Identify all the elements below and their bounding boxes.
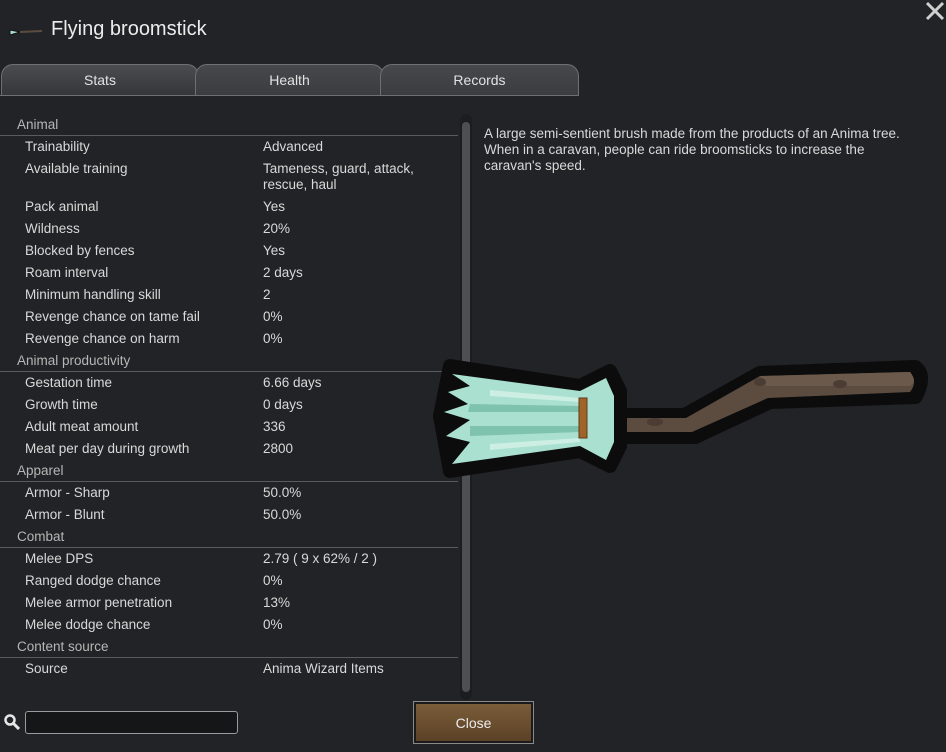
- stat-label: Armor - Sharp: [25, 485, 110, 500]
- stat-row[interactable]: Meat per day during growth 2800: [0, 438, 458, 460]
- stat-value: 13%: [263, 595, 291, 610]
- tab-health[interactable]: Health: [195, 64, 384, 96]
- stat-label: Growth time: [25, 397, 98, 412]
- stat-label: Revenge chance on tame fail: [25, 309, 200, 324]
- stat-label: Armor - Blunt: [25, 507, 105, 522]
- stat-value: 2 days: [263, 265, 303, 280]
- stat-row[interactable]: Ranged dodge chance 0%: [0, 570, 458, 592]
- broomstick-image: [433, 359, 928, 478]
- stat-value: 0 days: [263, 397, 303, 412]
- stat-label: Wildness: [25, 221, 80, 236]
- stat-row[interactable]: Melee dodge chance 0%: [0, 614, 458, 636]
- close-icon[interactable]: [924, 0, 946, 22]
- tab-health-label: Health: [269, 72, 310, 88]
- stat-row[interactable]: Trainability Advanced: [0, 136, 458, 158]
- stat-value: 0%: [263, 573, 283, 588]
- stat-label: Melee DPS: [25, 551, 94, 566]
- stat-label: Gestation time: [25, 375, 113, 390]
- close-button[interactable]: Close: [413, 701, 534, 744]
- item-description: A large semi-sentient brush made from th…: [484, 126, 900, 173]
- category-combat: Combat: [0, 526, 458, 548]
- stat-value: 0%: [263, 309, 283, 324]
- stat-value: Yes: [263, 243, 286, 258]
- stat-label: Source: [25, 661, 68, 676]
- stat-value: 2800: [263, 441, 294, 456]
- stat-value: 2.79 ( 9 x 62% / 2 ): [263, 551, 378, 566]
- stat-label: Ranged dodge chance: [25, 573, 161, 588]
- tab-stats-label: Stats: [84, 72, 116, 88]
- stat-row[interactable]: Armor - Sharp 50.0%: [0, 482, 458, 504]
- stat-row[interactable]: Pack animal Yes: [0, 196, 458, 218]
- stats-list: Animal Trainability Advanced Available tr…: [0, 114, 458, 680]
- stat-row[interactable]: Adult meat amount 336: [0, 416, 458, 438]
- stat-row[interactable]: Armor - Blunt 50.0%: [0, 504, 458, 526]
- search-icon: [4, 714, 20, 730]
- tab-records-label: Records: [453, 72, 506, 88]
- stat-row[interactable]: Growth time 0 days: [0, 394, 458, 416]
- tab-stats[interactable]: Stats: [1, 64, 199, 96]
- stat-row[interactable]: Revenge chance on tame fail 0%: [0, 306, 458, 328]
- stat-value: 50.0%: [263, 485, 302, 500]
- stat-value: Advanced: [263, 139, 324, 154]
- stat-label: Trainability: [25, 139, 90, 154]
- category-animal-productivity: Animal productivity: [0, 350, 458, 372]
- stat-value: Yes: [263, 199, 286, 214]
- stat-label: Roam interval: [25, 265, 109, 280]
- stat-label: Available training: [25, 161, 128, 176]
- stat-row[interactable]: Source Anima Wizard Items: [0, 658, 458, 680]
- stat-label: Adult meat amount: [25, 419, 139, 434]
- stat-value: 20%: [263, 221, 291, 236]
- search-input[interactable]: [25, 711, 238, 734]
- stat-value: Tameness, guard, attack, rescue, haul: [263, 161, 414, 192]
- stat-row[interactable]: Melee DPS 2.79 ( 9 x 62% / 2 ): [0, 548, 458, 570]
- broomstick-icon: [9, 29, 43, 36]
- stat-label: Minimum handling skill: [25, 287, 161, 302]
- stat-label: Revenge chance on harm: [25, 331, 180, 346]
- stat-row[interactable]: Roam interval 2 days: [0, 262, 458, 284]
- stat-value: 6.66 days: [263, 375, 322, 390]
- stat-row[interactable]: Melee armor penetration 13%: [0, 592, 458, 614]
- stat-label: Blocked by fences: [25, 243, 135, 258]
- tab-divider: [0, 95, 578, 96]
- stat-row[interactable]: Gestation time 6.66 days: [0, 372, 458, 394]
- window-title: Flying broomstick: [51, 18, 207, 40]
- tab-records[interactable]: Records: [380, 64, 579, 96]
- stat-value: 0%: [263, 331, 283, 346]
- stat-label: Meat per day during growth: [25, 441, 190, 456]
- stat-row[interactable]: Wildness 20%: [0, 218, 458, 240]
- stat-label: Melee dodge chance: [25, 617, 151, 632]
- stat-label: Melee armor penetration: [25, 595, 173, 610]
- stat-value: 2: [263, 287, 271, 302]
- stat-value: 336: [263, 419, 286, 434]
- stat-label: Pack animal: [25, 199, 99, 214]
- category-content-source: Content source: [0, 636, 458, 658]
- stat-value: Anima Wizard Items: [263, 661, 384, 676]
- category-animal: Animal: [0, 114, 458, 136]
- stat-value: 0%: [263, 617, 283, 632]
- category-apparel: Apparel: [0, 460, 458, 482]
- stat-row[interactable]: Revenge chance on harm 0%: [0, 328, 458, 350]
- stat-value: 50.0%: [263, 507, 302, 522]
- stat-row[interactable]: Blocked by fences Yes: [0, 240, 458, 262]
- stat-row[interactable]: Available training Tameness, guard, attac…: [0, 158, 458, 196]
- stat-row[interactable]: Minimum handling skill 2: [0, 284, 458, 306]
